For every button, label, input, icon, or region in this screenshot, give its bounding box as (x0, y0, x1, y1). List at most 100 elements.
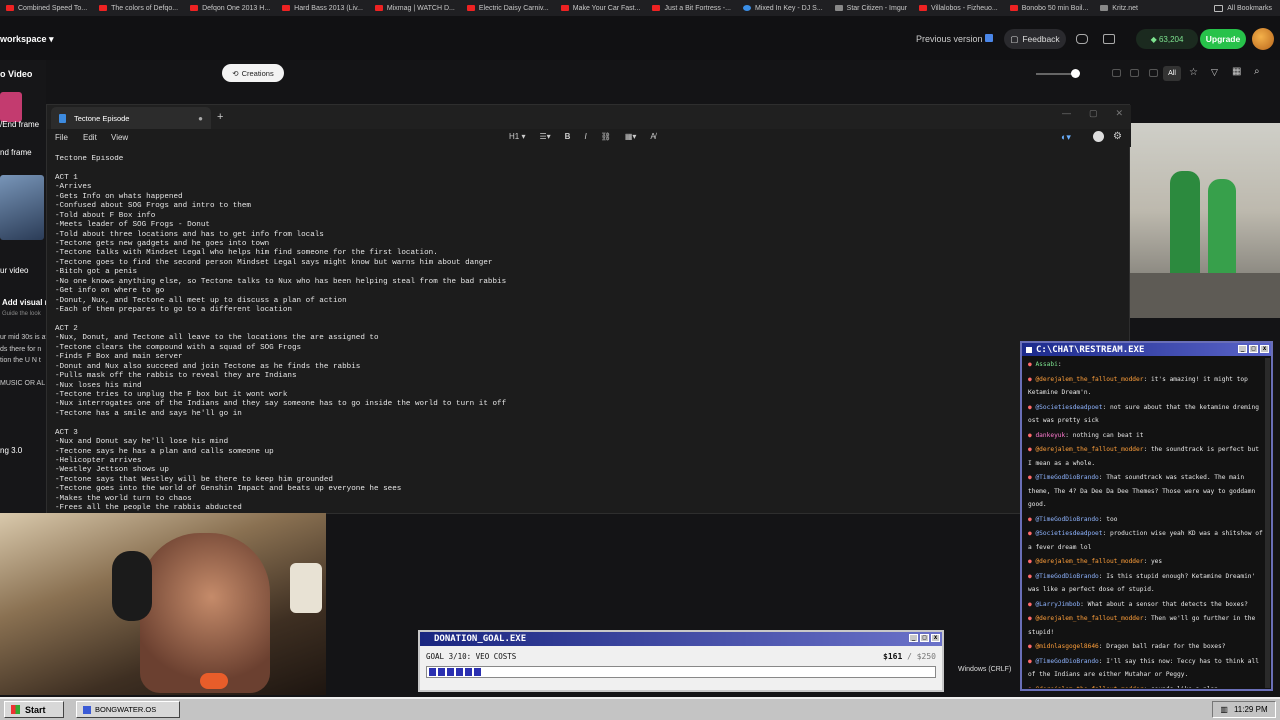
progress-block (465, 668, 472, 676)
minimize-icon[interactable]: _ (909, 634, 918, 642)
sidebar-item[interactable]: Add visual re (2, 298, 52, 307)
chat-username[interactable]: @LarryJimbob (1035, 601, 1080, 608)
generated-image-thumbnail[interactable] (1130, 123, 1280, 318)
chat-scrollbar[interactable] (1265, 358, 1270, 688)
maximize-icon[interactable]: □ (920, 634, 929, 642)
sidebar-item[interactable]: nd frame (0, 148, 32, 157)
chat-username[interactable]: dankeyuk (1035, 432, 1065, 439)
link-icon[interactable]: ⛓ (601, 132, 611, 141)
video-icon[interactable] (1130, 69, 1139, 77)
heading-dropdown[interactable]: H1 ▾ (509, 132, 525, 141)
bookmark-item[interactable]: Combined Speed To... (0, 0, 93, 16)
grid-icon[interactable]: ▦ (1232, 66, 1241, 77)
youtube-icon[interactable] (1103, 34, 1115, 44)
close-dot-icon[interactable]: ● (198, 114, 203, 123)
minimize-icon[interactable]: _ (1238, 345, 1247, 353)
document-text[interactable]: Tectone Episode ACT 1 -Arrives -Gets Info o… (55, 155, 1115, 511)
zoom-slider-knob[interactable] (1071, 69, 1080, 78)
maximize-icon[interactable]: □ (1249, 345, 1258, 353)
bold-icon[interactable]: B (565, 132, 571, 141)
image-icon[interactable] (1112, 69, 1121, 77)
settings-icon[interactable]: ⚙ (1113, 131, 1122, 142)
bookmark-label: Make Your Car Fast... (572, 4, 641, 12)
search-icon[interactable]: ⌕ (1254, 66, 1260, 77)
bookmark-item[interactable]: Just a Bit Fortress -... (646, 0, 737, 16)
close-icon[interactable]: x (931, 634, 940, 642)
sidebar-item[interactable]: ng 3.0 (0, 446, 22, 455)
feedback-button[interactable]: ▢ Feedback (1004, 29, 1066, 49)
bookmark-item[interactable]: Kritz.net (1094, 0, 1144, 16)
zoom-slider[interactable] (1036, 73, 1076, 75)
close-icon[interactable]: ✕ (1115, 108, 1123, 119)
minimize-icon[interactable]: — (1062, 108, 1071, 119)
chat-username[interactable]: @Societiesdeadpoet (1035, 404, 1102, 411)
bookmark-item[interactable]: Make Your Car Fast... (555, 0, 647, 16)
table-icon[interactable]: ▦▾ (625, 132, 637, 141)
chat-username[interactable]: @TimeGodDioBrando (1035, 573, 1098, 580)
document-line: -Helicopter arrives (55, 457, 142, 465)
chat-username[interactable]: @TimeGodDioBrando (1035, 658, 1098, 665)
creations-button[interactable]: ⟲ Creations (222, 64, 284, 82)
taskbar-app-button[interactable]: BONGWATER.OS (76, 701, 180, 718)
bookmark-item[interactable]: Star Citizen - Imgur (829, 0, 913, 16)
tab-tectone-episode[interactable]: Tectone Episode ● (51, 107, 211, 129)
chat-text: nothing can beat it (1072, 431, 1144, 439)
close-icon[interactable]: x (1260, 345, 1269, 353)
clear-format-icon[interactable]: A̸ (650, 132, 655, 141)
discord-icon[interactable] (1076, 34, 1088, 44)
audio-icon[interactable] (1149, 69, 1158, 77)
chat-username[interactable]: @derejalem_the_fallout_modder (1035, 558, 1143, 565)
menu-file[interactable]: File (55, 133, 68, 142)
all-bookmarks[interactable]: All Bookmarks (1214, 0, 1272, 16)
bookmark-item[interactable]: Electric Daisy Carniv... (461, 0, 555, 16)
system-clock[interactable]: ▥ 11:29 PM (1212, 701, 1276, 718)
sidebar-item[interactable]: /End frame (0, 120, 39, 129)
chat-username[interactable]: @TimeGodDioBrando (1035, 474, 1098, 481)
bookmark-item[interactable]: Mixmag | WATCH D... (369, 0, 461, 16)
heading-label: H1 (509, 132, 520, 141)
chat-username[interactable]: @midnlasgogel8646 (1035, 643, 1098, 650)
chat-username[interactable]: @TimeGodDioBrando (1035, 516, 1098, 523)
filter-icon[interactable]: ▽ (1211, 67, 1218, 78)
previous-version-button[interactable]: Previous version (916, 34, 994, 44)
workspace-switcher[interactable]: workspace ▾ (0, 34, 54, 45)
chat-username[interactable]: @derejalem_the_fallout_modder (1035, 446, 1143, 453)
italic-icon[interactable]: I (584, 132, 586, 141)
profile-icon[interactable] (1093, 131, 1104, 142)
start-button[interactable]: Start (4, 701, 64, 718)
bookmark-item[interactable]: Hard Bass 2013 (Liv... (276, 0, 369, 16)
list-icon[interactable]: ☰▾ (539, 132, 550, 141)
chat-username[interactable]: @derejalem_the_fallout_modder (1035, 615, 1143, 622)
avatar[interactable] (1252, 28, 1274, 50)
menu-edit[interactable]: Edit (83, 133, 97, 142)
thumbnail[interactable] (0, 175, 44, 240)
bookmark-item[interactable]: Bonobo 50 min Boil... (1004, 0, 1095, 16)
maximize-icon[interactable]: ▢ (1089, 108, 1098, 119)
site-icon (1100, 5, 1109, 11)
line-ending-status[interactable]: Windows (CRLF) (958, 666, 1011, 673)
new-tab-button[interactable]: + (217, 111, 223, 123)
document-line: -Makes the world turn to chaos (55, 494, 192, 503)
creations-label: Creations (241, 68, 274, 78)
chat-separator: : (1102, 530, 1110, 537)
menu-view[interactable]: View (111, 133, 128, 142)
star-icon[interactable]: ☆ (1189, 67, 1198, 78)
filter-all-tab[interactable]: All (1163, 66, 1181, 81)
bookmark-item[interactable]: Mixed In Key - DJ S... (737, 0, 829, 16)
thumbnail[interactable] (0, 92, 22, 122)
copilot-icon[interactable]: ◐▾ (1061, 132, 1071, 143)
chat-username[interactable]: @derejalem_the_fallout_modder (1035, 686, 1143, 689)
bookmark-item[interactable]: The colors of Defqo... (93, 0, 184, 16)
bookmark-item[interactable]: Defqon One 2013 H... (184, 0, 276, 16)
bookmark-item[interactable]: Villalobos - Fizheuo... (913, 0, 1004, 16)
chat-username[interactable]: @derejalem_the_fallout_modder (1035, 376, 1143, 383)
upgrade-button[interactable]: Upgrade (1200, 29, 1246, 49)
site-icon (742, 5, 751, 11)
sidebar-item[interactable]: ur video (0, 266, 28, 275)
chat-username[interactable]: Assabi (1035, 361, 1057, 368)
chat-separator: : (1065, 431, 1073, 439)
chat-username[interactable]: @Societiesdeadpoet (1035, 530, 1102, 537)
credits-badge[interactable]: ◆ 63,204 (1136, 29, 1198, 49)
